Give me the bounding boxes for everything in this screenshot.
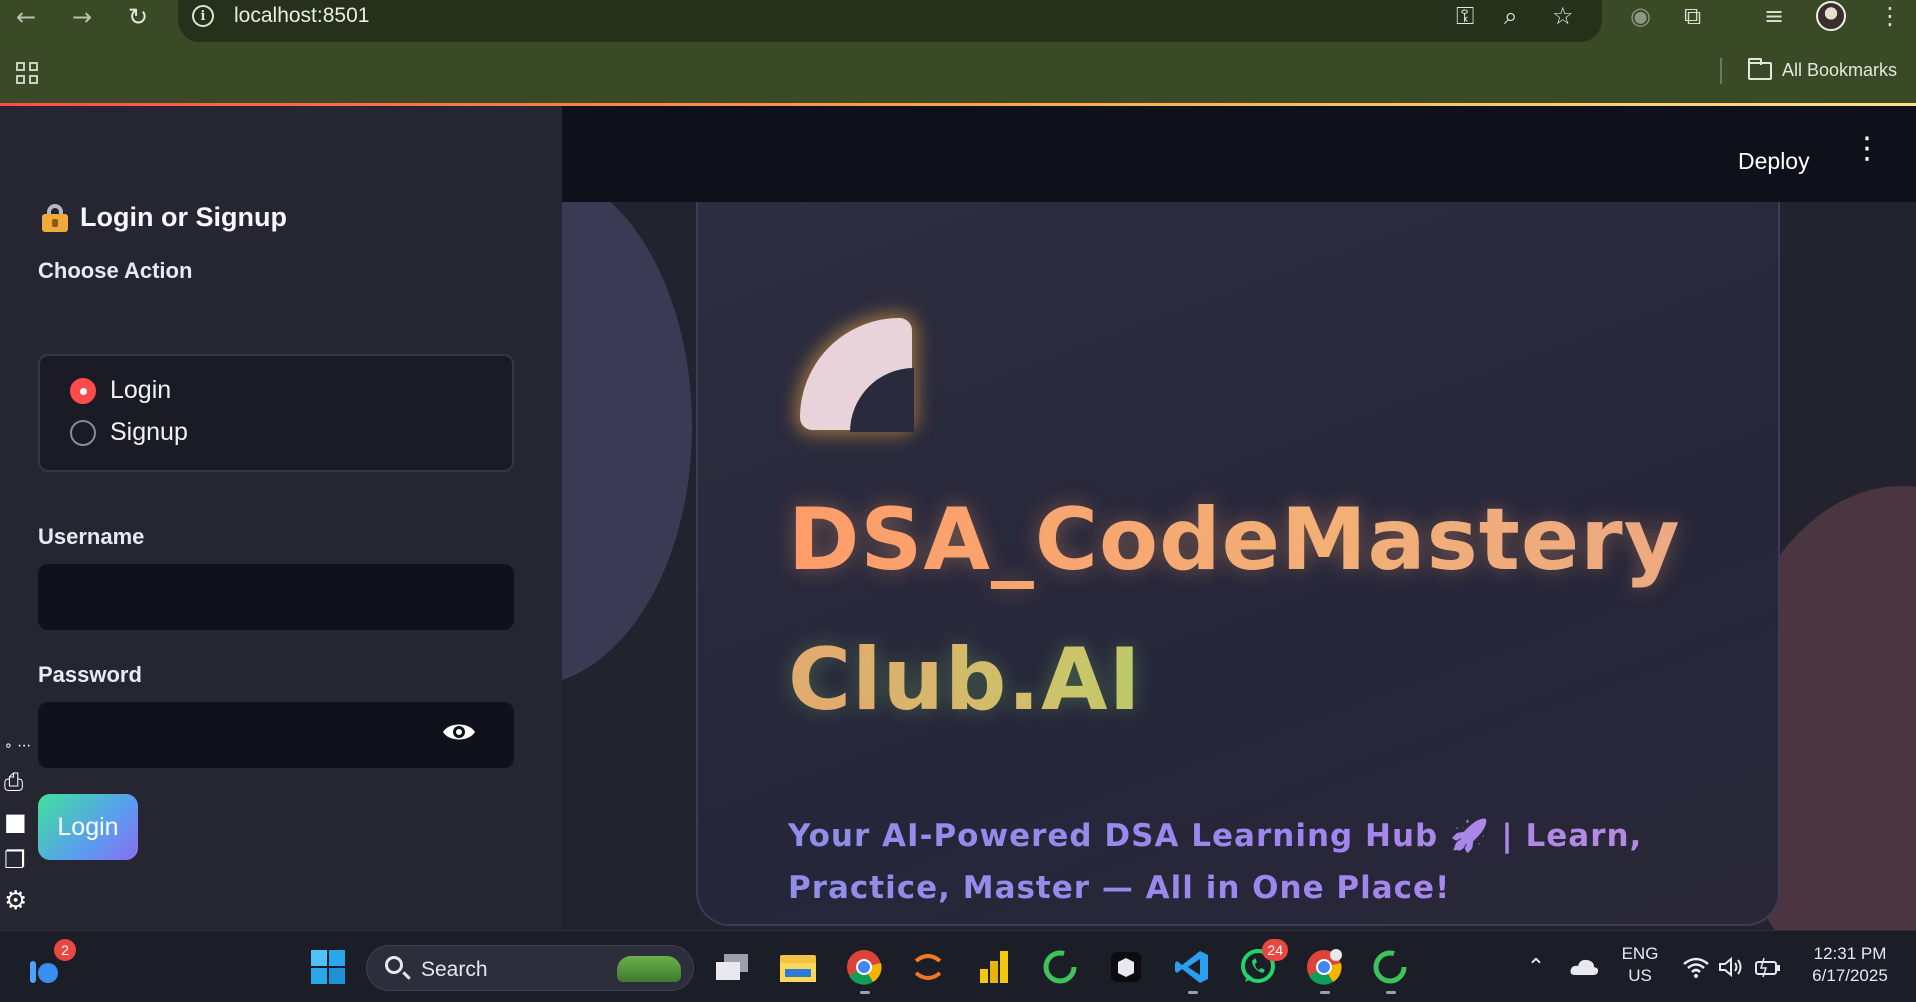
sidebar: Login or Signup Choose Action Login Sign…	[0, 106, 562, 930]
url-text[interactable]: localhost:8501	[234, 4, 369, 28]
jupyter-icon[interactable]	[906, 945, 950, 989]
radio-signup[interactable]: Signup	[70, 418, 188, 447]
vscode-icon[interactable]	[1170, 945, 1214, 989]
profile-avatar[interactable]	[1816, 1, 1846, 31]
green-ring-app-icon[interactable]	[1038, 945, 1082, 989]
reload-icon[interactable]: ↻	[118, 0, 158, 34]
taskbar: 2 Search 24 ⌃ ENG US 12:31 PM 6/17/2025	[0, 930, 1916, 1002]
battery-icon[interactable]	[1746, 945, 1790, 989]
browser-chrome: ← → ↻ i localhost:8501 ⚿ ⌕ ☆ ◉ ⧉ ≡ ⋮ All…	[0, 0, 1916, 105]
vscode-running-indicator	[1188, 991, 1198, 994]
chrome-running-indicator	[860, 991, 870, 994]
all-bookmarks-label: All Bookmarks	[1782, 60, 1898, 80]
address-bar[interactable]: i localhost:8501 ⚿ ⌕ ☆	[178, 0, 1602, 42]
login-button[interactable]: Login	[38, 794, 138, 860]
chrome-profile-running-indicator	[1320, 991, 1330, 994]
language-code: ENG	[1621, 944, 1659, 963]
folder-icon	[1748, 57, 1772, 80]
settings-gear-icon[interactable]: ⚙	[4, 886, 27, 916]
deploy-button[interactable]: Deploy	[1738, 148, 1810, 175]
all-bookmarks[interactable]: All Bookmarks	[1748, 57, 1898, 81]
green-ring-app-2-icon[interactable]	[1368, 945, 1412, 989]
hero-title-line2: Club.AI	[788, 610, 1768, 750]
radio-login[interactable]: Login	[70, 376, 171, 405]
apps-grid-icon[interactable]	[16, 62, 40, 84]
hero-subtitle-line1: Your AI-Powered DSA Learning Hub 🚀 | Lea…	[788, 818, 1643, 854]
choose-action-label: Choose Action	[38, 258, 193, 283]
extension-compass-icon[interactable]: ◉	[1630, 2, 1651, 30]
app-header: Deploy ⋮	[562, 106, 1916, 202]
task-view-icon[interactable]	[710, 945, 754, 989]
password-key-icon[interactable]: ⚿	[1456, 2, 1474, 30]
show-hidden-icons-chevron-icon[interactable]: ⌃	[1514, 945, 1558, 989]
system-clock[interactable]: 12:31 PM 6/17/2025	[1800, 943, 1900, 987]
widgets-badge: 2	[54, 939, 76, 961]
video-camera-icon[interactable]: ■	[4, 808, 27, 836]
rocket-logo-icon	[800, 318, 914, 432]
screen-tool-strip: ∘ ⋯ ⎙ ■ ❐ ⚙	[0, 738, 38, 928]
hero-subtitle-line2: Practice, Master — All in One Place!	[788, 870, 1451, 906]
search-icon	[385, 956, 403, 974]
start-windows-icon[interactable]	[306, 945, 350, 989]
sidebar-title-text: Login or Signup	[80, 202, 287, 232]
onedrive-cloud-icon[interactable]	[1562, 945, 1606, 989]
whatsapp-badge: 24	[1262, 939, 1288, 961]
hero-title: DSA_CodeMastery Club.AI	[788, 470, 1768, 750]
bookmark-star-icon[interactable]: ☆	[1552, 2, 1574, 30]
action-radio-group: Login Signup	[38, 354, 514, 472]
username-label: Username	[38, 524, 145, 549]
sidebar-title: Login or Signup	[42, 202, 287, 233]
radio-selected-icon[interactable]	[70, 377, 96, 404]
green-app-running-indicator	[1386, 991, 1396, 994]
show-password-icon[interactable]	[442, 720, 476, 744]
clock-date: 6/17/2025	[1812, 966, 1888, 985]
taskbar-search[interactable]: Search	[366, 945, 694, 991]
screen: ← → ↻ i localhost:8501 ⚿ ⌕ ☆ ◉ ⧉ ≡ ⋮ All…	[0, 0, 1916, 1002]
input-language[interactable]: ENG US	[1616, 943, 1664, 987]
search-label: Search	[421, 958, 488, 981]
chrome-menu-icon[interactable]: ⋮	[1878, 2, 1902, 30]
hero-subtitle: Your AI-Powered DSA Learning Hub 🚀 | Lea…	[788, 810, 1668, 914]
more-options-icon[interactable]: ∘ ⋯	[4, 738, 31, 754]
power-bi-icon[interactable]	[972, 945, 1016, 989]
window-capture-icon[interactable]: ❐	[4, 846, 26, 874]
lock-icon	[42, 203, 68, 232]
widgets-icon[interactable]: 2	[24, 939, 76, 989]
search-highlight-art	[617, 956, 681, 982]
zoom-icon[interactable]: ⌕	[1504, 2, 1517, 30]
main-content: Deploy ⋮ DSA_CodeMastery Club.AI Your AI…	[562, 106, 1916, 930]
file-explorer-icon[interactable]	[776, 945, 820, 989]
bookmark-separator	[1720, 58, 1722, 84]
radio-login-label[interactable]: Login	[110, 376, 171, 405]
password-label: Password	[38, 662, 142, 687]
site-info-icon[interactable]: i	[192, 5, 214, 27]
camera-icon[interactable]: ⎙	[4, 768, 23, 796]
back-icon[interactable]: ←	[6, 0, 46, 34]
box-app-icon[interactable]	[1104, 945, 1148, 989]
extensions-puzzle-icon[interactable]: ⧉	[1684, 2, 1701, 30]
app-menu-icon[interactable]: ⋮	[1852, 134, 1882, 174]
radio-unselected-icon[interactable]	[70, 419, 96, 446]
media-controls-icon[interactable]: ≡	[1764, 2, 1784, 30]
hero-title-line1: DSA_CodeMastery	[788, 470, 1768, 610]
radio-signup-label[interactable]: Signup	[110, 418, 188, 447]
username-input[interactable]	[38, 564, 514, 630]
whatsapp-icon[interactable]: 24	[1236, 939, 1288, 989]
forward-icon[interactable]: →	[62, 0, 102, 34]
clock-time: 12:31 PM	[1813, 944, 1887, 963]
language-region: US	[1628, 966, 1652, 985]
hero-card: DSA_CodeMastery Club.AI Your AI-Powered …	[696, 202, 1780, 926]
chrome-icon[interactable]	[842, 945, 886, 989]
background-blob-left	[562, 166, 692, 686]
chrome-profile-icon[interactable]	[1302, 945, 1346, 989]
